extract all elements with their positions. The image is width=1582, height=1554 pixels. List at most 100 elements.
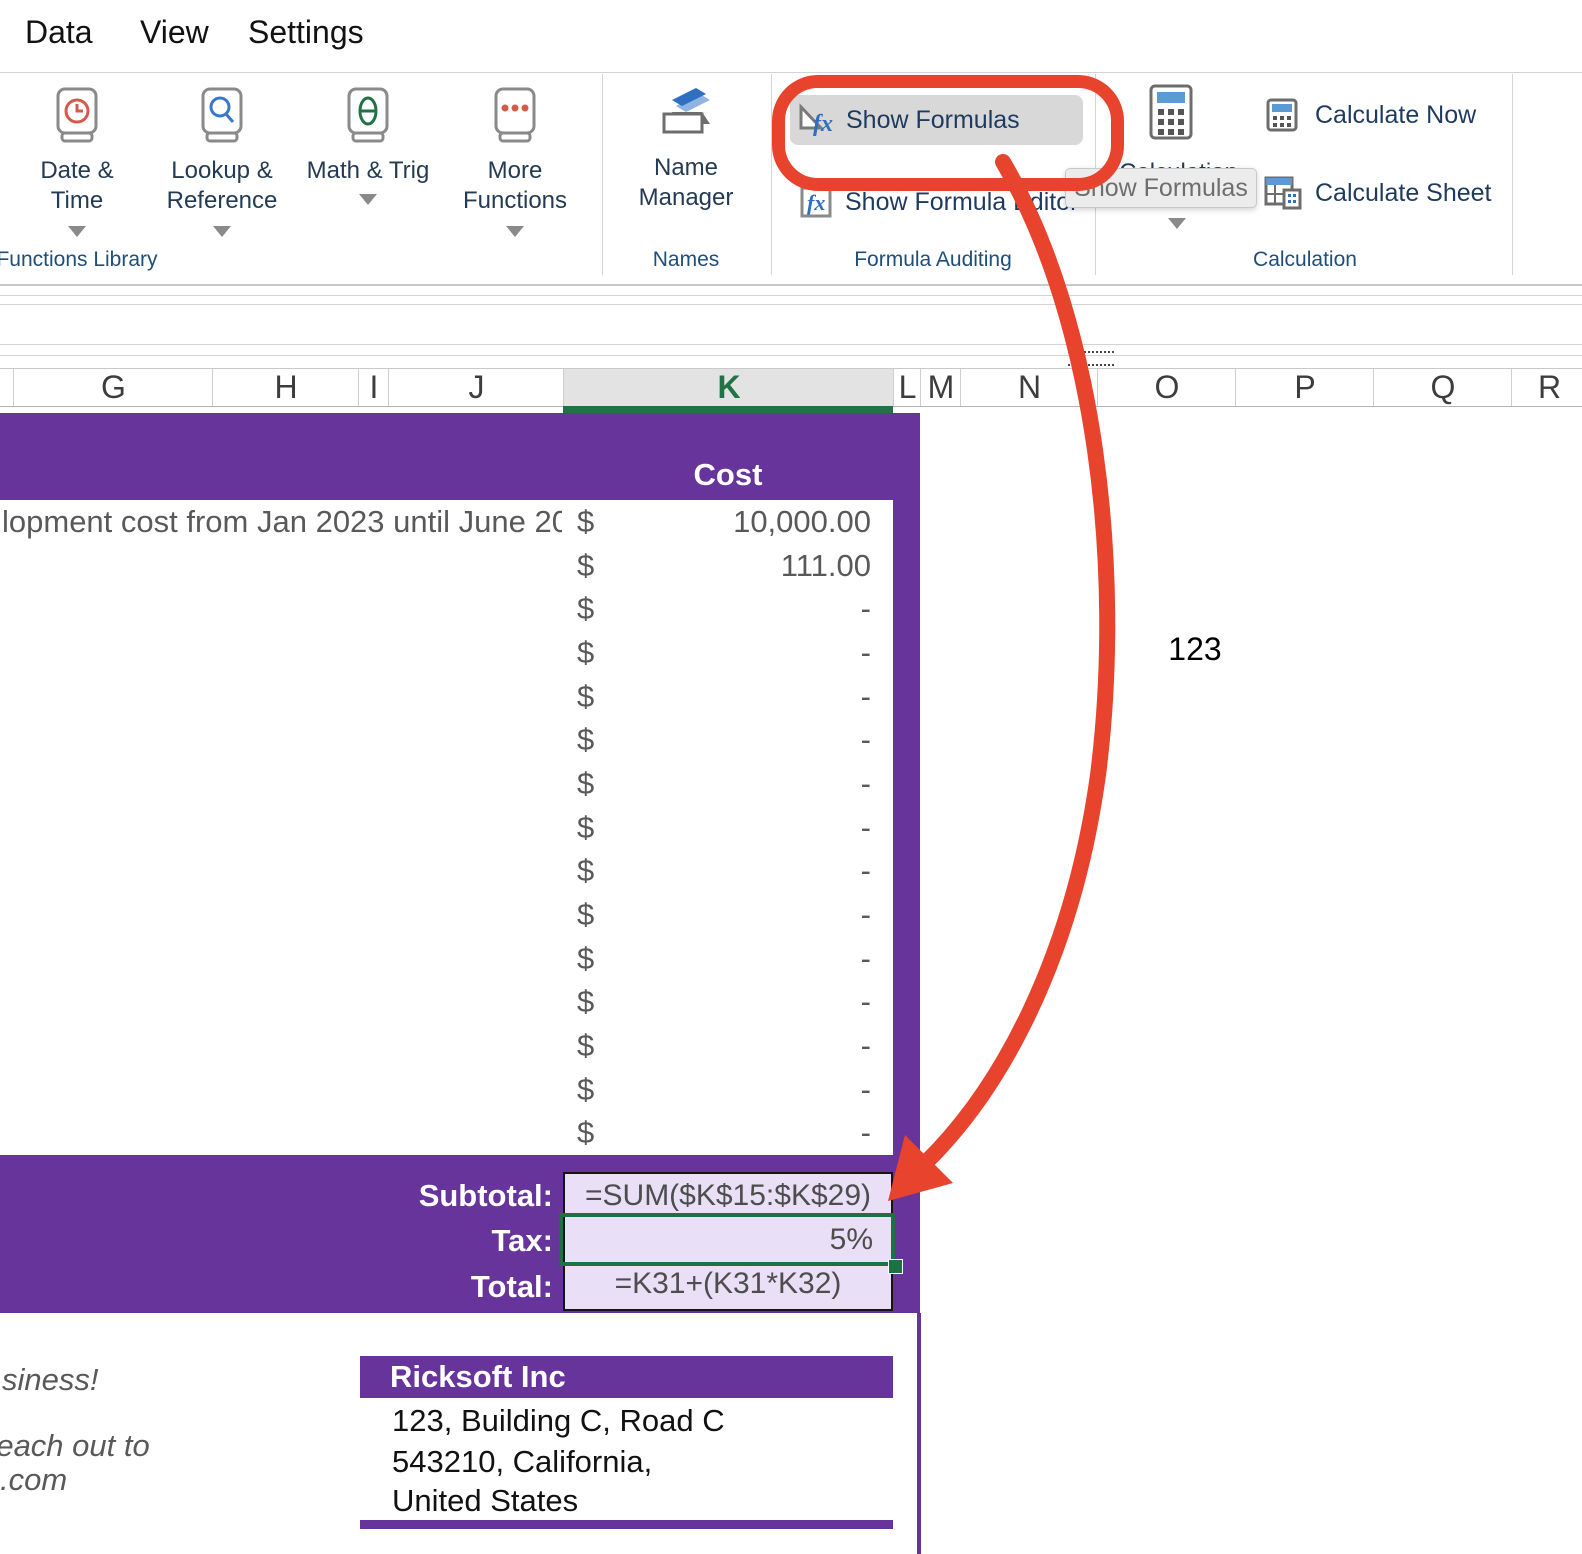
currency-symbol: $	[577, 897, 594, 933]
math-trig-dropdown-icon[interactable]	[359, 194, 377, 205]
cost-amount: -	[861, 1072, 871, 1108]
company-underline	[360, 1520, 893, 1529]
total-label: Total:	[253, 1264, 553, 1309]
lookup-reference-icon	[199, 86, 245, 149]
column-header-K[interactable]: K	[563, 369, 894, 406]
cost-cell-row[interactable]: $-	[563, 1068, 893, 1112]
separator-line	[0, 304, 1582, 305]
menu-view[interactable]: View	[140, 12, 209, 52]
cost-cell-row[interactable]: $-	[563, 1024, 893, 1068]
currency-symbol: $	[577, 1115, 594, 1151]
column-header-P[interactable]: P	[1235, 369, 1374, 406]
currency-symbol: $	[577, 1028, 594, 1064]
selected-cell-outline	[559, 1213, 895, 1266]
column-header-J[interactable]: J	[388, 369, 564, 406]
cost-amount: -	[861, 635, 871, 671]
cost-amount: -	[861, 941, 871, 977]
fill-handle[interactable]	[888, 1259, 903, 1274]
column-header-G[interactable]: G	[13, 369, 213, 406]
calculate-now-button[interactable]: Calculate Now	[1315, 101, 1476, 130]
tax-label: Tax:	[253, 1217, 553, 1264]
subtotal-label: Subtotal:	[253, 1174, 553, 1217]
date-time-button-line2: Time	[2, 188, 152, 214]
lookup-reference-button[interactable]: Lookup &	[147, 158, 297, 184]
cost-cell-row[interactable]: $-	[563, 1111, 893, 1155]
group-label-functions-library: Functions Library	[0, 248, 162, 272]
cost-amount: 10,000.00	[733, 504, 871, 540]
menubar-divider	[0, 72, 1582, 73]
currency-symbol: $	[577, 853, 594, 889]
subtotal-formula-cell[interactable]: =SUM($K$15:$K$29)	[565, 1174, 891, 1217]
currency-symbol: $	[577, 635, 594, 671]
total-formula-cell[interactable]: =K31+(K31*K32)	[565, 1263, 891, 1305]
cost-cell-row[interactable]: $-	[563, 937, 893, 981]
column-header-R[interactable]: R	[1511, 369, 1582, 406]
calculation-options-dropdown-icon[interactable]	[1168, 218, 1186, 229]
column-resize-handle[interactable]	[1068, 351, 1114, 366]
separator-line	[0, 344, 1582, 345]
table-right-strip	[893, 500, 920, 1155]
highlight-ring	[772, 75, 1124, 191]
cost-amount: -	[861, 591, 871, 627]
cost-amount: -	[861, 1115, 871, 1151]
currency-symbol: $	[577, 722, 594, 758]
more-functions-dropdown-icon[interactable]	[506, 226, 524, 237]
column-header-H[interactable]: H	[212, 369, 359, 406]
description-cell[interactable]: lopment cost from Jan 2023 until June 20…	[2, 500, 562, 544]
cost-cell-row[interactable]: $-	[563, 849, 893, 893]
cost-amount: -	[861, 1028, 871, 1064]
separator-line	[0, 295, 1582, 296]
app-window: Data View Settings Date & Time Lookup & …	[0, 0, 1582, 1554]
name-manager-button[interactable]: Name	[611, 155, 761, 181]
cost-cell-row[interactable]: $-	[563, 675, 893, 719]
currency-symbol: $	[577, 679, 594, 715]
column-header-M[interactable]: M	[920, 369, 961, 406]
separator-line	[0, 355, 1582, 356]
date-time-dropdown-icon[interactable]	[68, 226, 86, 237]
cost-cell-row[interactable]: $-	[563, 587, 893, 631]
cost-cell-row[interactable]: $-	[563, 631, 893, 675]
cost-amount: -	[861, 810, 871, 846]
column-header-I[interactable]: I	[358, 369, 389, 406]
name-manager-icon	[658, 84, 714, 141]
group-divider	[1512, 74, 1513, 275]
lookup-reference-dropdown-icon[interactable]	[213, 226, 231, 237]
currency-symbol: $	[577, 548, 594, 584]
svg-text:fx: fx	[807, 190, 825, 215]
currency-symbol: $	[577, 984, 594, 1020]
cell-value-123[interactable]: 123	[1140, 628, 1250, 670]
group-label-formula-auditing: Formula Auditing	[833, 248, 1033, 272]
company-address-line1: 123, Building C, Road C	[392, 1400, 725, 1442]
math-trig-button[interactable]: Math & Trig	[293, 158, 443, 184]
group-divider	[602, 74, 603, 275]
currency-symbol: $	[577, 591, 594, 627]
currency-symbol: $	[577, 810, 594, 846]
currency-symbol: $	[577, 941, 594, 977]
cost-cell-row[interactable]: $10,000.00	[563, 500, 893, 544]
currency-symbol: $	[577, 504, 594, 540]
cost-cell-row[interactable]: $-	[563, 980, 893, 1024]
company-name: Ricksoft Inc	[390, 1356, 566, 1398]
cost-amount: -	[861, 679, 871, 715]
show-formula-editor-icon: fx	[800, 186, 832, 223]
menu-data[interactable]: Data	[25, 12, 93, 52]
column-header-N[interactable]: N	[960, 369, 1098, 406]
cost-amount: 111.00	[781, 548, 871, 584]
menu-settings[interactable]: Settings	[248, 12, 364, 52]
cost-cell-row[interactable]: $-	[563, 806, 893, 850]
column-header-L[interactable]: L	[893, 369, 921, 406]
cost-cell-row[interactable]: $-	[563, 893, 893, 937]
date-time-button[interactable]: Date &	[2, 158, 152, 184]
column-header-Q[interactable]: Q	[1373, 369, 1512, 406]
cost-cell-row[interactable]: $-	[563, 762, 893, 806]
calculate-sheet-button[interactable]: Calculate Sheet	[1315, 179, 1492, 208]
column-header-O[interactable]: O	[1097, 369, 1236, 406]
cost-cell-row[interactable]: $111.00	[563, 544, 893, 588]
more-functions-button[interactable]: More	[440, 158, 590, 184]
show-formula-editor-button[interactable]: Show Formula Editor	[845, 188, 1078, 217]
calculate-now-icon	[1266, 98, 1300, 137]
cost-cell-row[interactable]: $-	[563, 718, 893, 762]
group-divider	[771, 74, 772, 275]
footer-note-1: siness!	[2, 1358, 98, 1402]
cost-amount: -	[861, 897, 871, 933]
